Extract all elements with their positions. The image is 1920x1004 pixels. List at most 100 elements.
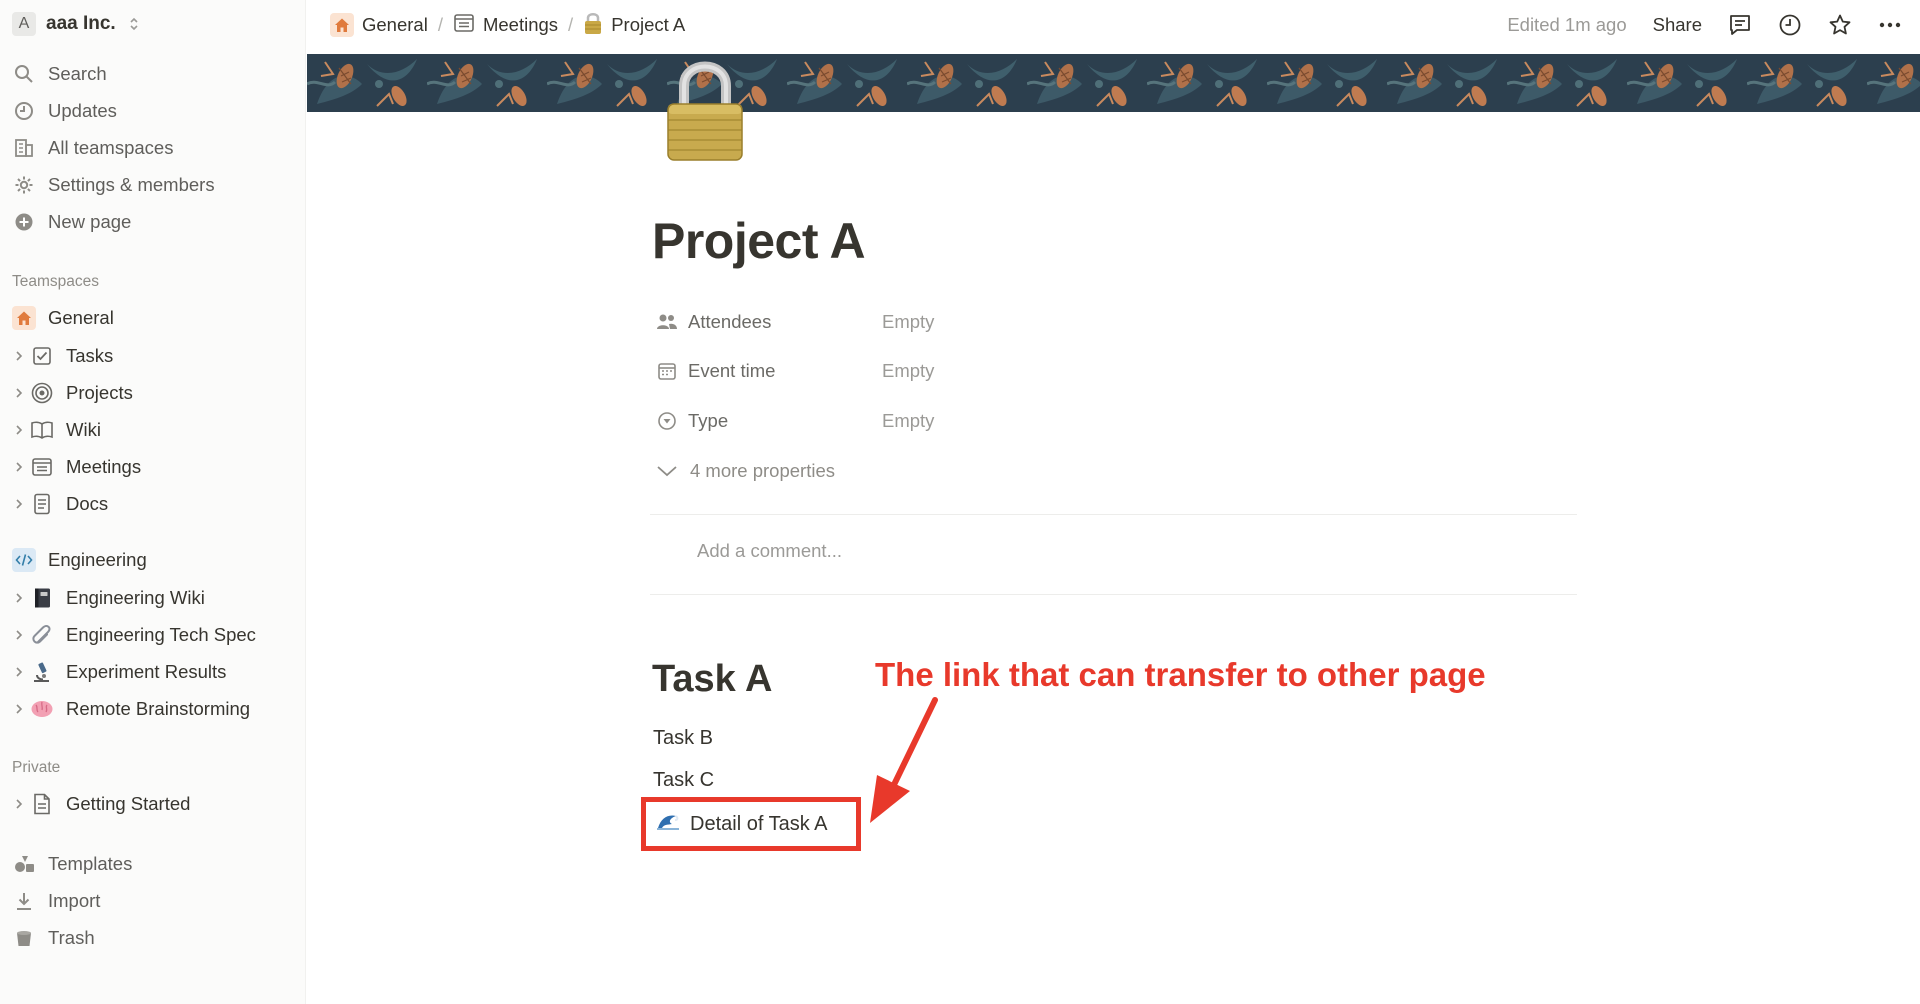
add-comment-input[interactable]: Add a comment... — [697, 540, 842, 562]
select-icon — [656, 410, 678, 432]
chevron-right-icon[interactable] — [12, 798, 26, 810]
building-icon — [12, 136, 36, 160]
chevron-right-icon[interactable] — [12, 629, 26, 641]
sidebar-item-label: Tasks — [66, 345, 114, 366]
heading-task-a[interactable]: Task A — [652, 658, 772, 701]
breadcrumb-separator: / — [437, 14, 443, 35]
sidebar-item-label: Docs — [66, 493, 109, 514]
chevron-updown-icon — [130, 17, 138, 31]
more-icon[interactable] — [1878, 13, 1902, 37]
teamspace-general[interactable]: General — [12, 302, 294, 334]
more-properties-toggle[interactable]: 4 more properties — [656, 454, 835, 488]
topbar-actions: Edited 1m ago Share — [1507, 0, 1902, 50]
plus-circle-icon — [12, 210, 36, 234]
page-icon — [30, 792, 54, 816]
chevron-right-icon[interactable] — [12, 592, 26, 604]
breadcrumb-project-a[interactable]: Project A — [579, 9, 689, 42]
breadcrumb-separator: / — [568, 14, 574, 35]
annotation-text: The link that can transfer to other page — [875, 656, 1486, 693]
property-attendees[interactable]: Attendees Empty — [656, 305, 934, 339]
breadcrumb-general[interactable]: General — [326, 11, 432, 39]
topbar: General / Meetings / Project A Edited 1m… — [306, 0, 1920, 54]
property-value[interactable]: Empty — [882, 311, 934, 333]
comment-icon[interactable] — [1728, 13, 1752, 37]
star-icon[interactable] — [1828, 13, 1852, 37]
page-link-detail-of-task-a[interactable]: Detail of Task A — [656, 808, 827, 840]
breadcrumb-label: General — [362, 14, 428, 35]
chevron-right-icon[interactable] — [12, 666, 26, 678]
chevron-down-icon — [657, 466, 677, 477]
chevron-right-icon[interactable] — [12, 350, 26, 362]
sidebar-item-projects[interactable]: Projects — [12, 377, 294, 409]
sidebar-item-label: Getting Started — [66, 793, 191, 814]
sidebar-item-engineering-tech-spec[interactable]: Engineering Tech Spec — [12, 619, 294, 651]
chevron-right-icon[interactable] — [12, 703, 26, 715]
templates-icon — [12, 852, 36, 876]
page-cover[interactable] — [307, 54, 1920, 112]
sidebar-item-engineering-wiki[interactable]: Engineering Wiki — [12, 582, 294, 614]
sidebar-item-label: Meetings — [66, 456, 142, 477]
padlock-icon — [583, 11, 603, 40]
document-icon — [30, 492, 54, 516]
chevron-right-icon[interactable] — [12, 424, 26, 436]
chevron-right-icon[interactable] — [12, 387, 26, 399]
property-value[interactable]: Empty — [882, 360, 934, 382]
clock-icon — [12, 99, 36, 123]
property-type[interactable]: Type Empty — [656, 404, 934, 438]
breadcrumb-meetings[interactable]: Meetings — [449, 11, 562, 40]
code-icon — [12, 548, 36, 572]
sidebar-trash[interactable]: Trash — [12, 922, 294, 954]
sidebar-templates[interactable]: Templates — [12, 848, 294, 880]
sidebar-all-teamspaces[interactable]: All teamspaces — [12, 132, 294, 164]
property-value[interactable]: Empty — [882, 410, 934, 432]
sidebar-item-experiment-results[interactable]: Experiment Results — [12, 656, 294, 688]
teamspaces-section-label: Teamspaces — [12, 273, 100, 290]
sidebar-item-label: Remote Brainstorming — [66, 698, 251, 719]
sidebar-item-label: Wiki — [66, 419, 101, 440]
sidebar-item-label: All teamspaces — [48, 137, 174, 158]
sidebar-settings[interactable]: Settings & members — [12, 169, 294, 201]
share-button[interactable]: Share — [1653, 14, 1702, 36]
calendar-note-icon — [30, 455, 54, 479]
sidebar-item-tasks[interactable]: Tasks — [12, 340, 294, 372]
more-properties-label: 4 more properties — [690, 460, 835, 481]
sidebar-item-remote-brainstorming[interactable]: Remote Brainstorming — [12, 693, 294, 725]
property-name: Event time — [688, 360, 776, 381]
page-icon-padlock[interactable] — [664, 58, 746, 162]
teamspace-engineering[interactable]: Engineering — [12, 544, 294, 576]
chevron-right-icon[interactable] — [12, 498, 26, 510]
search-icon — [12, 62, 36, 86]
sidebar-new-page[interactable]: New page — [12, 206, 294, 238]
paperclip-icon — [30, 623, 54, 647]
history-icon[interactable] — [1778, 13, 1802, 37]
sidebar-item-meetings[interactable]: Meetings — [12, 451, 294, 483]
sidebar-import[interactable]: Import — [12, 885, 294, 917]
calendar-note-icon — [453, 13, 475, 38]
breadcrumb-label: Project A — [611, 14, 686, 35]
page-title[interactable]: Project A — [652, 212, 866, 270]
sidebar-item-wiki[interactable]: Wiki — [12, 414, 294, 446]
sidebar: A aaa Inc. Search Updates All teamspaces… — [0, 0, 306, 1004]
sidebar-updates[interactable]: Updates — [12, 95, 294, 127]
property-name: Type — [688, 410, 729, 431]
sidebar-item-label: Engineering Wiki — [66, 587, 205, 608]
sidebar-item-docs[interactable]: Docs — [12, 488, 294, 520]
notebook-icon — [30, 586, 54, 610]
sidebar-item-label: New page — [48, 211, 132, 232]
sidebar-item-getting-started[interactable]: Getting Started — [12, 788, 294, 820]
home-icon — [12, 306, 36, 330]
microscope-icon — [30, 660, 54, 684]
gear-icon — [12, 173, 36, 197]
text-block[interactable]: Task C — [653, 769, 714, 792]
chevron-right-icon[interactable] — [12, 461, 26, 473]
sidebar-item-label: Templates — [48, 853, 133, 874]
sidebar-item-label: Updates — [48, 100, 117, 121]
breadcrumb-label: Meetings — [482, 14, 559, 35]
sidebar-item-label: General — [48, 307, 114, 328]
sidebar-item-label: Import — [48, 890, 101, 911]
property-event-time[interactable]: Event time Empty — [656, 354, 934, 388]
property-name: Attendees — [688, 311, 772, 332]
workspace-switcher[interactable]: A aaa Inc. — [12, 12, 140, 36]
text-block[interactable]: Task B — [653, 727, 713, 750]
sidebar-search[interactable]: Search — [12, 58, 294, 90]
